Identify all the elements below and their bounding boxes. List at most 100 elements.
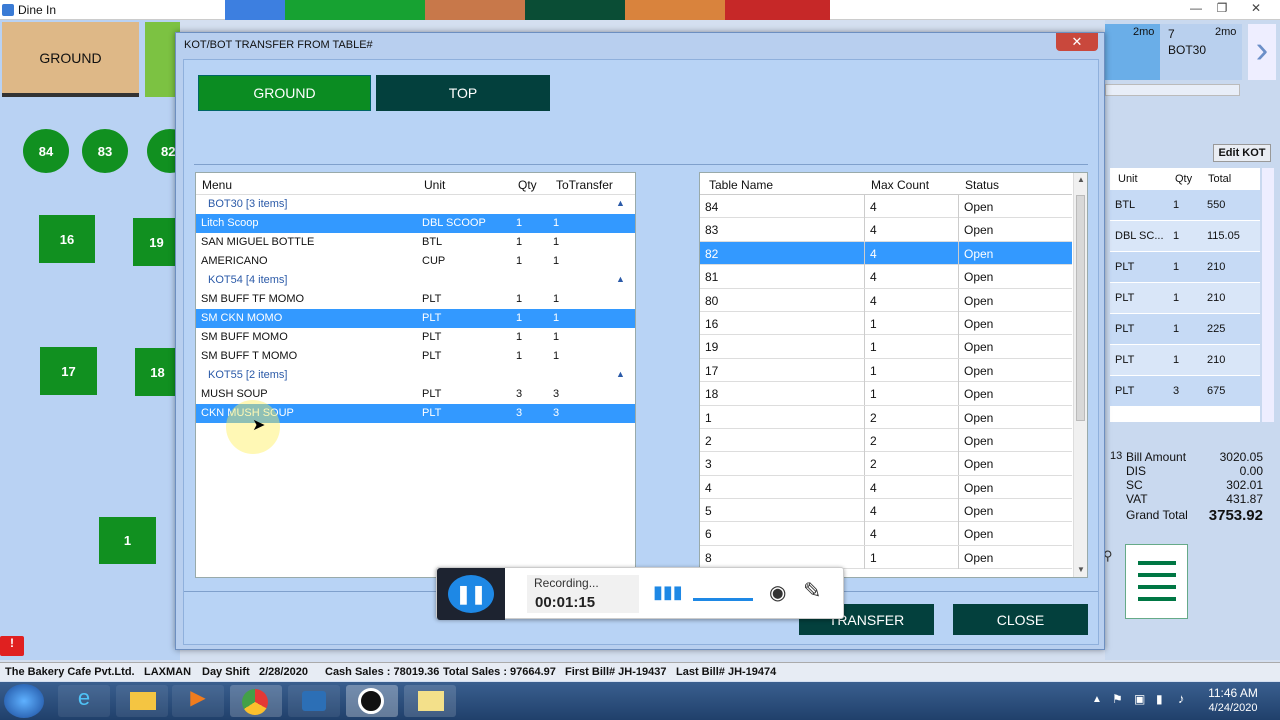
volume-slider[interactable] (693, 598, 753, 601)
table-row[interactable]: 83 4 Open (700, 218, 1072, 242)
status-cash-sales: Cash Sales : 78019.36 (325, 666, 440, 678)
color-tab[interactable] (625, 0, 725, 20)
scroll-thumb[interactable] (1076, 195, 1085, 421)
horizontal-scrollbar[interactable] (1105, 84, 1240, 96)
table-16[interactable]: 16 (39, 215, 95, 263)
menu-item-row[interactable]: Litch Scoop DBL SCOOP 1 1 (196, 214, 635, 233)
edit-kot-button[interactable]: Edit KOT (1213, 144, 1271, 162)
table-row[interactable]: 19 1 Open (700, 335, 1072, 359)
chevron-right-icon[interactable]: › (1248, 24, 1276, 80)
webcam-icon[interactable]: ◉ (769, 580, 786, 605)
table-17[interactable]: 17 (40, 347, 97, 395)
menu-item-row[interactable]: SM BUFF T MOMO PLT 1 1 (196, 347, 635, 366)
maximize-icon[interactable]: ❐ (1210, 1, 1234, 17)
item-name: SM CKN MOMO (201, 312, 283, 324)
recorder-app-icon[interactable] (288, 685, 340, 717)
item-totransfer[interactable]: 1 (553, 217, 559, 229)
tray-device-icon[interactable]: ▣ (1134, 692, 1145, 706)
table-row[interactable]: 1 2 Open (700, 405, 1072, 429)
network-icon[interactable]: ▮ (1156, 692, 1163, 706)
collapse-icon[interactable]: ▲ (616, 198, 625, 208)
volume-icon[interactable]: ♪ (1178, 691, 1185, 706)
color-tab[interactable] (425, 0, 525, 20)
table-row[interactable]: 16 1 Open (700, 311, 1072, 336)
order-item-row[interactable]: PLT 3 675 (1110, 376, 1260, 407)
table-row[interactable]: 81 4 Open (700, 265, 1072, 289)
color-tab[interactable] (285, 0, 425, 20)
color-tab[interactable] (525, 0, 625, 20)
folder-icon[interactable] (116, 685, 168, 717)
item-totransfer[interactable]: 1 (553, 293, 559, 305)
order-item-unit: PLT (1115, 292, 1135, 304)
item-totransfer[interactable]: 1 (553, 331, 559, 343)
tables-scrollbar[interactable]: ▲ ▼ (1073, 173, 1087, 577)
kot-group-header[interactable]: BOT30 [3 items] ▲ (196, 195, 635, 214)
scroll-up-icon[interactable]: ▲ (1077, 175, 1085, 184)
menu-item-row[interactable]: SM BUFF TF MOMO PLT 1 1 (196, 290, 635, 309)
chrome-icon[interactable] (230, 685, 282, 717)
table-row[interactable]: 84 4 Open (700, 195, 1072, 219)
table-18[interactable]: 18 (135, 348, 180, 396)
alert-icon[interactable]: ! (0, 636, 24, 656)
media-player-icon[interactable]: ▶ (172, 685, 224, 717)
order-item-row[interactable]: BTL 1 550 (1110, 190, 1260, 221)
item-totransfer[interactable]: 3 (553, 388, 559, 400)
clock-date[interactable]: 4/24/2020 (1200, 702, 1266, 714)
notes-app-icon[interactable] (404, 685, 456, 717)
pen-icon[interactable]: ✎ (803, 578, 821, 604)
dialog-close-icon[interactable]: ✕ (1056, 33, 1098, 51)
menu-item-row[interactable]: SM BUFF MOMO PLT 1 1 (196, 328, 635, 347)
pause-icon[interactable]: ❚❚ (448, 575, 494, 613)
collapse-icon[interactable]: ▲ (616, 369, 625, 379)
item-totransfer[interactable]: 1 (553, 312, 559, 324)
menu-item-row[interactable]: SAN MIGUEL BOTTLE BTL 1 1 (196, 233, 635, 252)
minimize-icon[interactable]: — (1184, 1, 1208, 17)
table-84[interactable]: 84 (23, 129, 69, 173)
floor-button-top[interactable]: TOP (376, 75, 550, 111)
order-item-row[interactable]: PLT 1 210 (1110, 283, 1260, 314)
table-19[interactable]: 19 (133, 218, 180, 266)
kot-group-header[interactable]: KOT55 [2 items] ▲ (196, 366, 635, 385)
order-item-row[interactable]: PLT 1 210 (1110, 345, 1260, 376)
table-row[interactable]: 80 4 Open (700, 288, 1072, 312)
browser-icon[interactable]: e (58, 685, 110, 717)
table-row[interactable]: 3 2 Open (700, 452, 1072, 476)
menu-item-row[interactable]: AMERICANO CUP 1 1 (196, 252, 635, 271)
tray-arrow-icon[interactable]: ▲ (1092, 694, 1102, 705)
table-row[interactable]: 17 1 Open (700, 358, 1072, 383)
item-totransfer[interactable]: 1 (553, 255, 559, 267)
collapse-icon[interactable]: ▲ (616, 274, 625, 284)
item-totransfer[interactable]: 3 (553, 407, 559, 419)
table-row[interactable]: 5 4 Open (700, 499, 1072, 523)
order-item-row[interactable]: PLT 1 225 (1110, 314, 1260, 345)
table-83[interactable]: 83 (82, 129, 128, 173)
pos-app-icon[interactable] (346, 685, 398, 717)
order-item-row[interactable]: DBL SC... 1 115.05 (1110, 221, 1260, 252)
clock-time[interactable]: 11:46 AM (1200, 686, 1266, 700)
table-row[interactable]: 4 4 Open (700, 475, 1072, 500)
close-button[interactable]: CLOSE (953, 604, 1088, 635)
menu-item-row[interactable]: SM CKN MOMO PLT 1 1 (196, 309, 635, 328)
table-row[interactable]: 2 2 Open (700, 428, 1072, 453)
tray-flag-icon[interactable]: ⚑ (1112, 692, 1123, 706)
kot-group-header[interactable]: KOT54 [4 items] ▲ (196, 271, 635, 290)
menu-list-icon[interactable] (1125, 544, 1188, 619)
vertical-scrollbar[interactable] (1262, 168, 1274, 422)
table-1[interactable]: 1 (99, 517, 156, 564)
table-row[interactable]: 8 1 Open (700, 545, 1072, 570)
item-totransfer[interactable]: 1 (553, 350, 559, 362)
start-button[interactable] (4, 684, 44, 718)
scroll-down-icon[interactable]: ▼ (1077, 565, 1085, 574)
item-totransfer[interactable]: 1 (553, 236, 559, 248)
table-row[interactable]: 6 4 Open (700, 522, 1072, 546)
color-tab[interactable] (725, 0, 830, 20)
col-header-qty: Qty (518, 178, 537, 192)
item-name: Litch Scoop (201, 217, 259, 229)
table-row[interactable]: 82 4 Open (700, 241, 1072, 266)
order-item-row[interactable]: PLT 1 210 (1110, 252, 1260, 283)
floor-button-ground[interactable]: GROUND (198, 75, 371, 111)
table-row[interactable]: 18 1 Open (700, 382, 1072, 406)
close-icon[interactable]: ✕ (1244, 1, 1268, 17)
color-tab[interactable] (225, 0, 285, 20)
floor-tab-ground[interactable]: GROUND (2, 22, 139, 97)
